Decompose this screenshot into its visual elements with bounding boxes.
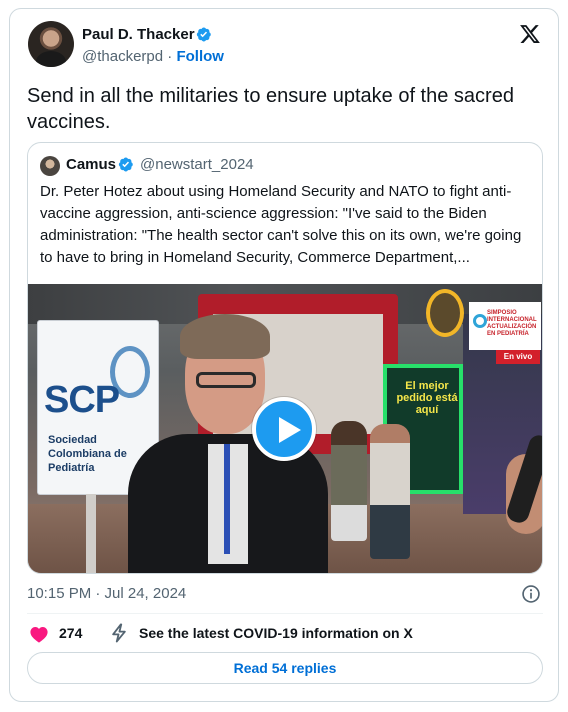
tweet-text: Send in all the militaries to ensure upt… — [27, 85, 514, 133]
author-avatar[interactable] — [28, 21, 74, 67]
quoted-author-handle[interactable]: @newstart_2024 — [140, 156, 254, 173]
live-badge: En vivo — [496, 350, 540, 364]
background-person — [370, 424, 410, 559]
sun-decoration — [426, 289, 464, 337]
x-logo-icon[interactable] — [519, 23, 541, 45]
like-count[interactable]: 274 — [59, 625, 82, 641]
author-name[interactable]: Paul D. Thacker — [82, 26, 195, 43]
speaker-lanyard — [224, 444, 230, 554]
author-handle[interactable]: @thackerpd — [82, 48, 163, 65]
event-logo-badge: SIMPOSIO INTERNACIONAL ACTUALIZACIÓN EN … — [469, 302, 541, 350]
bolt-icon — [112, 623, 126, 643]
sign-pole — [86, 494, 96, 573]
video-player[interactable]: El mejor pedido está aquí SCP Sociedad C… — [28, 284, 542, 573]
covid-info-link[interactable]: See the latest COVID-19 information on X — [139, 625, 413, 641]
play-icon[interactable] — [252, 397, 316, 461]
quoted-tweet[interactable]: Camus @newstart_2024 Dr. Peter Hotez abo… — [27, 142, 543, 574]
divider — [27, 613, 543, 614]
quoted-author-name[interactable]: Camus — [66, 156, 116, 173]
author-handle-row: @thackerpd · Follow — [82, 48, 224, 65]
read-replies-button[interactable]: Read 54 replies — [27, 652, 543, 684]
quoted-avatar[interactable] — [40, 156, 60, 176]
separator-dot: · — [167, 48, 173, 65]
event-logo-ring — [473, 314, 487, 328]
speaker-glasses — [196, 372, 256, 388]
background-person — [331, 421, 367, 541]
verified-badge-icon — [118, 157, 133, 172]
speaker-hair — [180, 314, 270, 359]
scp-sign-logo: SCP — [44, 379, 120, 421]
event-logo-text: SIMPOSIO INTERNACIONAL ACTUALIZACIÓN EN … — [487, 310, 537, 337]
info-icon[interactable] — [521, 584, 541, 604]
verified-badge-icon — [196, 27, 211, 42]
follow-button[interactable]: Follow — [176, 48, 224, 65]
tweet-timestamp[interactable]: 10:15 PM · Jul 24, 2024 — [27, 585, 186, 602]
tweet-card: Paul D. Thacker @thackerpd · Follow Send… — [9, 8, 559, 702]
heart-icon[interactable] — [29, 625, 49, 643]
quoted-text: Dr. Peter Hotez about using Homeland Sec… — [40, 183, 522, 266]
booth-text: El mejor pedido está aquí — [396, 380, 458, 416]
